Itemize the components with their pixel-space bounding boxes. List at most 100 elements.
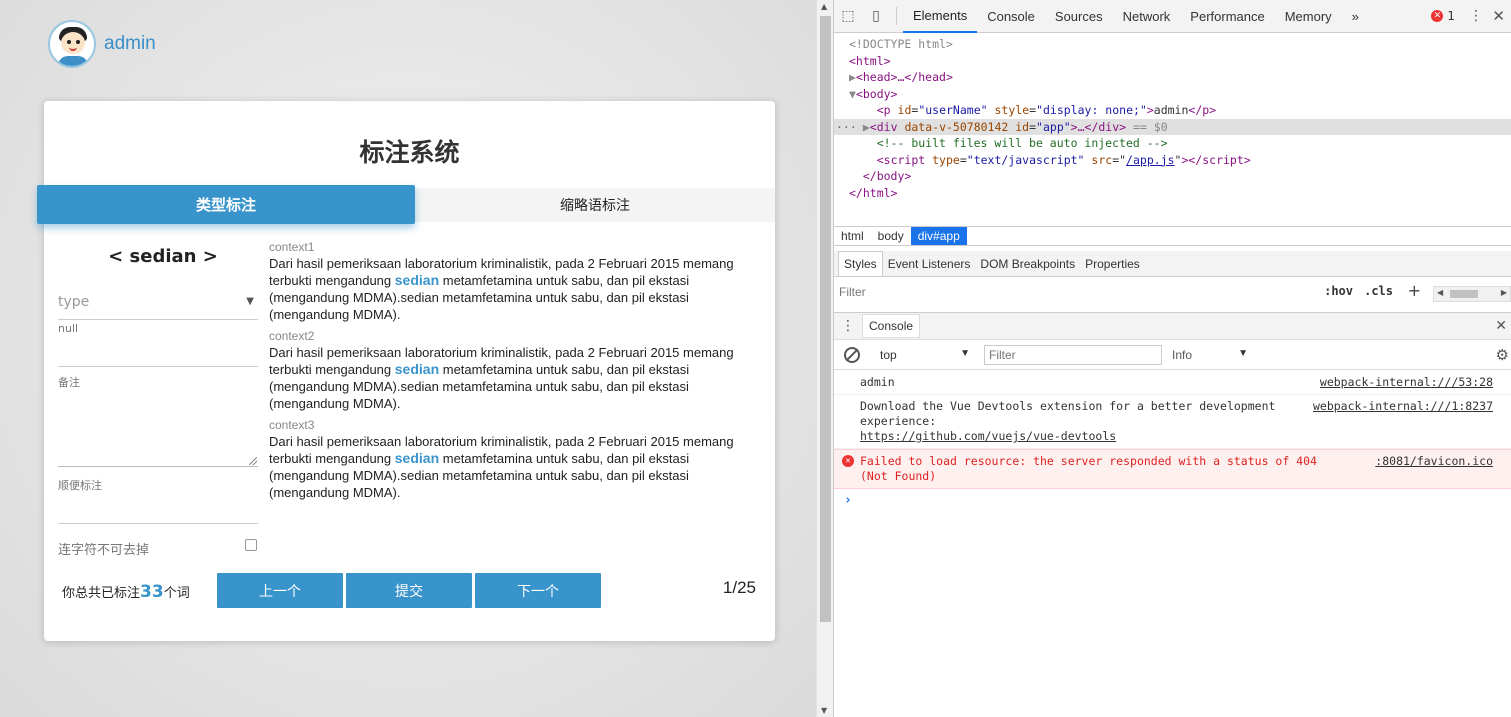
tab-performance[interactable]: Performance	[1180, 0, 1274, 33]
breadcrumb-html[interactable]: html	[834, 227, 871, 245]
message-source-link[interactable]: :8081/favicon.ico	[1375, 454, 1493, 469]
error-icon: ✕	[842, 455, 854, 467]
scrollbar-thumb[interactable]	[820, 16, 831, 622]
tab-sources[interactable]: Sources	[1045, 0, 1113, 33]
device-toolbar-icon[interactable]: ▯	[862, 0, 890, 33]
total-annotated: 你总共已标注33个词	[62, 582, 190, 602]
dom-node-head[interactable]: ▶<head>…</head>	[834, 69, 1511, 86]
context-text: Dari hasil pemeriksaan laboratorium krim…	[269, 434, 734, 500]
page-title: 标注系统	[359, 138, 460, 167]
expand-triangle-icon[interactable]: ▶	[863, 120, 870, 134]
drawer-header: ⋮ Console ✕	[834, 312, 1511, 340]
dom-node-div-app[interactable]: ··· ▶<div data-v-50780142 id="app">…</di…	[834, 118, 1511, 136]
add-style-rule-icon[interactable]: +	[1408, 281, 1421, 300]
avatar[interactable]	[48, 20, 96, 68]
avatar-body	[58, 56, 88, 66]
more-tabs-icon[interactable]: »	[1342, 0, 1369, 33]
tab-dom-breakpoints[interactable]: DOM Breakpoints	[975, 251, 1080, 276]
tab-properties[interactable]: Properties	[1080, 251, 1145, 276]
close-drawer-icon[interactable]: ✕	[1495, 318, 1507, 334]
submit-button[interactable]: 提交	[346, 573, 472, 608]
type-select-placeholder: type	[58, 294, 90, 310]
avatar-eye-right	[76, 40, 80, 44]
dom-node-body-close[interactable]: </body>	[834, 168, 1511, 185]
message-source-link[interactable]: webpack-internal:///1:8237	[1313, 399, 1493, 414]
message-source-link[interactable]: webpack-internal:///53:28	[1320, 375, 1493, 390]
tab-console[interactable]: Console	[977, 0, 1045, 33]
total-count: 33	[140, 582, 164, 602]
console-filter-input[interactable]: Filter	[984, 345, 1162, 365]
scroll-down-icon[interactable]: ▼	[821, 706, 827, 715]
styles-filter-input[interactable]: Filter	[839, 285, 1309, 299]
script-src-link[interactable]: /app.js	[1126, 153, 1174, 167]
breadcrumb-body[interactable]: body	[871, 227, 911, 245]
more-options-icon[interactable]: ⋮	[1469, 8, 1483, 24]
log-level-select[interactable]: Info ▼	[1172, 348, 1248, 362]
dom-node-comment[interactable]: <!-- built files will be auto injected -…	[834, 135, 1511, 152]
tab-type-annotation[interactable]: 类型标注	[37, 185, 415, 224]
breadcrumb-div-app[interactable]: div#app	[910, 227, 967, 245]
error-count: 1	[1447, 9, 1455, 23]
devtools-toolbar: ⬚ ▯ Elements Console Sources Network Per…	[834, 0, 1511, 33]
current-term: < sedian >	[108, 246, 218, 267]
console-message: Download the Vue Devtools extension for …	[834, 395, 1511, 449]
resize-grip-icon[interactable]	[249, 457, 257, 465]
hover-state-toggle[interactable]: :hov	[1324, 284, 1353, 298]
scroll-up-icon[interactable]: ▲	[821, 2, 827, 11]
context-item: context1 Dari hasil pemeriksaan laborato…	[269, 240, 759, 323]
dropdown-arrow-icon: ▼	[960, 348, 970, 359]
tab-memory[interactable]: Memory	[1275, 0, 1342, 33]
close-devtools-icon[interactable]: ✕	[1492, 7, 1505, 25]
dom-node-doctype[interactable]: <!DOCTYPE html>	[834, 36, 1511, 53]
tab-network[interactable]: Network	[1113, 0, 1181, 33]
scroll-right-icon[interactable]: ▶	[1501, 288, 1507, 297]
clear-console-icon[interactable]	[844, 347, 860, 363]
hyphen-checkbox[interactable]	[245, 539, 257, 551]
drawer-tab-console[interactable]: Console	[862, 314, 921, 338]
extra-annotation-input[interactable]	[58, 495, 258, 524]
page-indicator: 1/25	[722, 578, 756, 597]
scrollbar-thumb[interactable]	[1450, 290, 1478, 298]
drawer-menu-icon[interactable]: ⋮	[834, 318, 862, 334]
context-label: context1	[269, 240, 315, 254]
avatar-eye-left	[67, 40, 71, 44]
context-item: context2 Dari hasil pemeriksaan laborato…	[269, 329, 759, 412]
highlighted-term: sedian	[394, 361, 440, 377]
styles-horizontal-scrollbar[interactable]: ◀ ▶	[1433, 286, 1511, 302]
console-settings-gear-icon[interactable]: ⚙	[1496, 346, 1509, 364]
breadcrumb: html body div#app	[834, 226, 1511, 246]
dom-node-script[interactable]: <script type="text/javascript" src="/app…	[834, 152, 1511, 169]
error-count-badge[interactable]: ✕ 1	[1431, 9, 1455, 23]
expand-triangle-icon[interactable]: ▶	[849, 70, 856, 84]
console-prompt[interactable]: ›	[834, 489, 1511, 512]
extra-annotation-label: 顺便标注	[58, 479, 102, 492]
prev-button[interactable]: 上一个	[217, 573, 343, 608]
dom-node-html[interactable]: <html>	[834, 53, 1511, 70]
tab-abbreviation-annotation[interactable]: 缩略语标注	[415, 188, 775, 222]
vue-devtools-link[interactable]: https://github.com/vuejs/vue-devtools	[860, 429, 1116, 443]
username-link[interactable]: admin	[104, 33, 156, 55]
type-select[interactable]: type ▼	[58, 291, 258, 320]
dom-node-body[interactable]: ▼<body>	[834, 86, 1511, 103]
context-select[interactable]: top ▼	[880, 348, 970, 362]
inspect-element-icon[interactable]: ⬚	[834, 0, 862, 33]
tab-styles[interactable]: Styles	[838, 251, 883, 276]
node-actions-icon[interactable]: ···	[836, 119, 857, 136]
context-text: Dari hasil pemeriksaan laboratorium krim…	[269, 256, 734, 322]
note-textarea[interactable]	[58, 387, 258, 467]
class-toggle[interactable]: .cls	[1364, 284, 1393, 298]
type-extra-input[interactable]	[58, 338, 258, 367]
dom-node-html-close[interactable]: </html>	[834, 185, 1511, 202]
dropdown-arrow-icon: ▼	[1238, 348, 1248, 359]
tab-event-listeners[interactable]: Event Listeners	[883, 251, 976, 276]
dom-node-p[interactable]: <p id="userName" style="display: none;">…	[834, 102, 1511, 119]
annotation-card: 标注系统 类型标注 缩略语标注 < sedian > type ▼ null 备…	[37, 101, 775, 641]
page-scrollbar[interactable]: ▲ ▼	[816, 0, 833, 717]
context-label: context2	[269, 329, 315, 343]
next-button[interactable]: 下一个	[475, 573, 601, 608]
devtools-panel: ⬚ ▯ Elements Console Sources Network Per…	[833, 0, 1511, 717]
tab-elements[interactable]: Elements	[903, 0, 978, 33]
collapse-triangle-icon[interactable]: ▼	[849, 87, 856, 101]
toolbar-divider	[896, 7, 897, 25]
scroll-left-icon[interactable]: ◀	[1437, 288, 1443, 297]
